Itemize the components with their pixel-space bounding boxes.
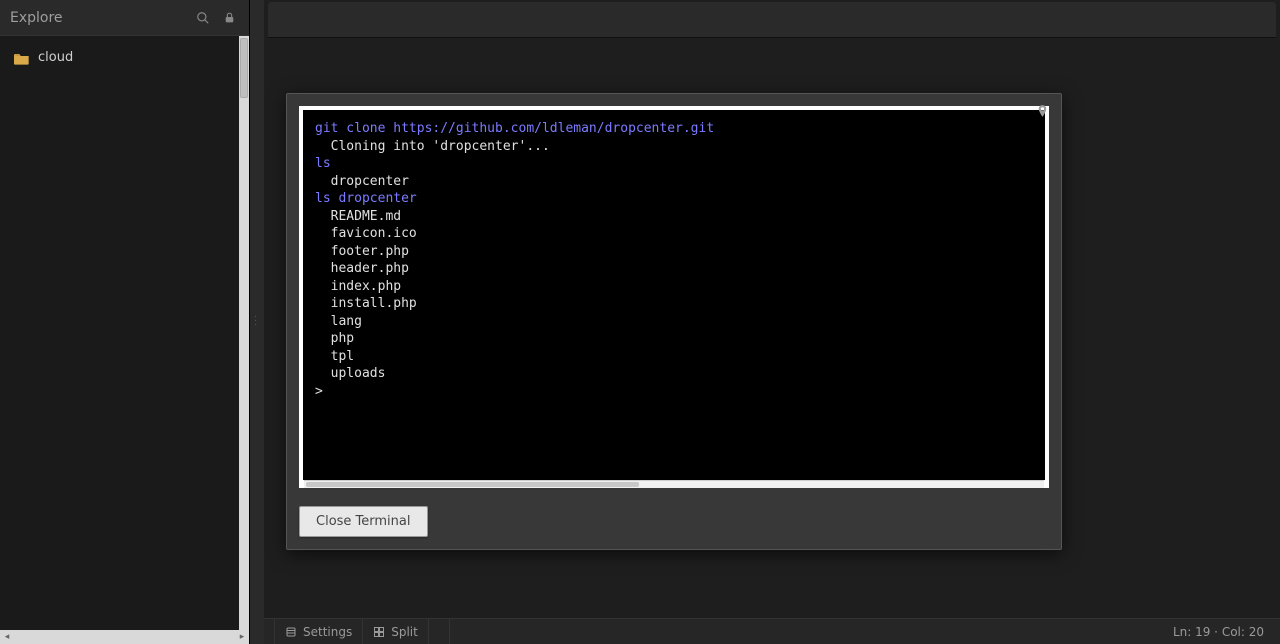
lock-icon[interactable] <box>219 8 239 28</box>
terminal-output-line: Cloning into 'dropcenter'... <box>315 138 1033 156</box>
terminal-prompt: > <box>315 383 1033 401</box>
sidebar-header: Explore <box>0 0 249 36</box>
search-icon[interactable] <box>193 8 213 28</box>
statusbar-split-label: Split <box>391 625 418 639</box>
sidebar-title: Explore <box>10 10 187 26</box>
editor-pane: git clone https://github.com/ldleman/dro… <box>264 0 1280 644</box>
terminal-output-line: install.php <box>315 295 1033 313</box>
statusbar-spacer <box>429 619 450 644</box>
sidebar-vscrollbar[interactable] <box>239 36 249 630</box>
terminal-output-line: lang <box>315 313 1033 331</box>
terminal-output[interactable]: git clone https://github.com/ldleman/dro… <box>299 106 1049 480</box>
tree-item-label: cloud <box>38 50 73 65</box>
terminal-modal: git clone https://github.com/ldleman/dro… <box>286 93 1062 550</box>
scroll-left-icon[interactable]: ◂ <box>2 632 12 642</box>
terminal-output-line: favicon.ico <box>315 225 1033 243</box>
settings-icon <box>285 626 297 638</box>
terminal-output-line: dropcenter <box>315 173 1033 191</box>
cursor-position: Ln: 19 · Col: 20 <box>1173 625 1270 639</box>
terminal-output-line: header.php <box>315 260 1033 278</box>
statusbar-split[interactable]: Split <box>363 619 429 644</box>
file-tree: cloud <box>0 36 249 630</box>
terminal-command-line: ls dropcenter <box>315 190 1033 208</box>
terminal-output-line: footer.php <box>315 243 1033 261</box>
close-terminal-button[interactable]: Close Terminal <box>299 506 428 537</box>
terminal-frame: git clone https://github.com/ldleman/dro… <box>299 106 1049 488</box>
terminal-output-line: uploads <box>315 365 1033 383</box>
editor-tabbar[interactable] <box>268 2 1276 38</box>
terminal-output-line: tpl <box>315 348 1033 366</box>
terminal-output-line: php <box>315 330 1033 348</box>
terminal-command-line: ls <box>315 155 1033 173</box>
editor-body: git clone https://github.com/ldleman/dro… <box>264 38 1280 618</box>
pin-icon[interactable] <box>1036 104 1049 119</box>
folder-icon <box>14 51 30 65</box>
sidebar-hscrollbar[interactable]: ◂ ▸ <box>0 630 249 644</box>
statusbar-settings[interactable]: Settings <box>274 619 363 644</box>
terminal-output-line: index.php <box>315 278 1033 296</box>
statusbar-settings-label: Settings <box>303 625 352 639</box>
pane-resize-gutter[interactable]: ··· <box>250 0 264 644</box>
terminal-command-line: git clone https://github.com/ldleman/dro… <box>315 120 1033 138</box>
terminal-hscrollbar[interactable] <box>304 480 1044 488</box>
split-icon <box>373 626 385 638</box>
terminal-output-line: README.md <box>315 208 1033 226</box>
tree-item-cloud[interactable]: cloud <box>0 46 239 69</box>
scroll-right-icon[interactable]: ▸ <box>237 632 247 642</box>
sidebar: Explore cloud ◂ ▸ <box>0 0 250 644</box>
statusbar: Settings Split Ln: 19 · Col: 20 <box>264 618 1280 644</box>
